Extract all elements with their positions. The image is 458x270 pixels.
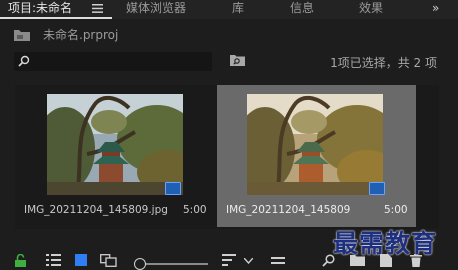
tab-overflow-button[interactable]: » [432,1,439,15]
project-folder-icon [14,30,30,41]
tab-media-browser[interactable]: 媒体浏览器 [126,0,186,17]
media-item[interactable]: IMG_20211204_145809 5:00 [217,85,416,227]
project-file-name: 未命名.prproj [43,28,119,42]
freeform-view-icon[interactable] [100,254,120,267]
watermark-text: 最需教育 [333,229,438,258]
tab-libraries[interactable]: 库 [232,0,244,17]
media-grid: IMG_20211204_145809.jpg 5:00 IMG_2021120… [15,85,439,229]
clip-thumbnail [247,94,383,195]
selection-status: 1项已选择，共 2 项 [330,56,437,70]
sort-icons-icon[interactable] [222,254,236,266]
sequence-icon [369,182,385,195]
list-view-icon[interactable] [46,254,61,266]
zoom-slider-handle[interactable] [134,258,146,270]
active-tab-indicator [0,17,112,19]
media-item-name: IMG_20211204_145809 [226,204,351,216]
project-path-row: 未命名.prproj [0,22,458,48]
new-search-bin-icon[interactable] [230,54,245,66]
zoom-slider-track[interactable] [140,263,208,265]
media-item[interactable]: IMG_20211204_145809.jpg 5:00 [15,85,214,227]
media-item-duration: 5:00 [384,204,408,216]
lock-icon[interactable] [15,254,26,267]
tab-info[interactable]: 信息 [290,0,314,17]
search-input[interactable] [14,52,212,71]
image-sequence-icon [165,182,181,195]
panel-tab-bar: 项目:未命名 媒体浏览器 库 信息 效果 » [0,0,458,19]
media-item-name: IMG_20211204_145809.jpg [24,204,168,216]
tab-effects[interactable]: 效果 [359,0,383,17]
automate-to-sequence-icon[interactable] [271,254,285,266]
clip-thumbnail [47,94,183,195]
search-icon [18,55,30,67]
icon-view-icon[interactable] [75,254,87,266]
tab-project[interactable]: 项目:未命名 [8,0,72,17]
chevron-down-icon[interactable] [244,258,253,264]
media-item-duration: 5:00 [183,204,207,216]
panel-menu-icon[interactable] [92,4,103,13]
